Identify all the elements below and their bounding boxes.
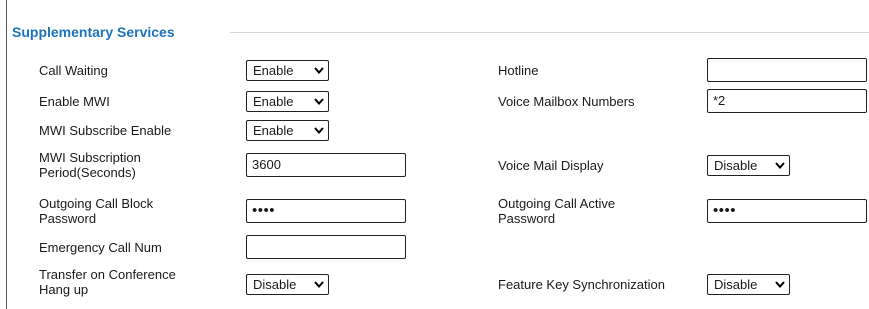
voice-mail-display-value: Disable bbox=[714, 158, 758, 173]
outgoing-call-active-password-label-line1: Outgoing Call Active bbox=[498, 196, 616, 211]
feature-key-synchronization-select[interactable]: Disable bbox=[707, 274, 790, 295]
mwi-subscription-period-label: MWI Subscription Period(Seconds) bbox=[39, 150, 141, 180]
call-waiting-value: Enable bbox=[253, 63, 294, 78]
enable-mwi-label: Enable MWI bbox=[39, 94, 110, 109]
outgoing-call-block-password-input[interactable]: •••• bbox=[246, 199, 406, 223]
emergency-call-num-label: Emergency Call Num bbox=[39, 240, 162, 255]
section-title: Supplementary Services bbox=[12, 24, 175, 40]
chevron-down-icon bbox=[775, 281, 785, 289]
outgoing-call-active-password-label-line2: Password bbox=[498, 211, 556, 226]
feature-key-synchronization-value: Disable bbox=[714, 277, 758, 292]
chevron-down-icon bbox=[314, 67, 324, 75]
transfer-on-conference-hang-up-label-line2: Hang up bbox=[39, 282, 89, 297]
chevron-down-icon bbox=[314, 127, 324, 135]
outgoing-call-active-password-label: Outgoing Call Active Password bbox=[498, 196, 615, 226]
outgoing-call-active-password-input[interactable]: •••• bbox=[707, 199, 867, 223]
mwi-subscription-period-label-line2: Period(Seconds) bbox=[39, 165, 136, 180]
voice-mail-display-select[interactable]: Disable bbox=[707, 155, 790, 176]
enable-mwi-value: Enable bbox=[253, 94, 294, 109]
transfer-on-conference-hang-up-value: Disable bbox=[253, 277, 297, 292]
chevron-down-icon bbox=[775, 162, 785, 170]
enable-mwi-select[interactable]: Enable bbox=[246, 91, 329, 112]
mwi-subscribe-enable-value: Enable bbox=[253, 123, 294, 138]
mwi-subscription-period-label-line1: MWI Subscription bbox=[39, 150, 141, 165]
chevron-down-icon bbox=[314, 281, 324, 289]
left-border-line bbox=[6, 0, 7, 309]
transfer-on-conference-hang-up-label-line1: Transfer on Conference bbox=[39, 267, 176, 282]
transfer-on-conference-hang-up-select[interactable]: Disable bbox=[246, 274, 329, 295]
voice-mail-display-label: Voice Mail Display bbox=[498, 158, 604, 173]
hotline-label: Hotline bbox=[498, 63, 539, 78]
outgoing-call-block-password-label: Outgoing Call Block Password bbox=[39, 196, 153, 226]
mwi-subscription-period-input[interactable]: 3600 bbox=[246, 153, 406, 177]
outgoing-call-block-password-label-line1: Outgoing Call Block bbox=[39, 196, 154, 211]
mwi-subscribe-enable-select[interactable]: Enable bbox=[246, 120, 329, 141]
emergency-call-num-input[interactable] bbox=[246, 235, 406, 259]
section-divider bbox=[230, 32, 869, 33]
transfer-on-conference-hang-up-label: Transfer on Conference Hang up bbox=[39, 267, 176, 297]
outgoing-call-block-password-label-line2: Password bbox=[39, 211, 97, 226]
call-waiting-label: Call Waiting bbox=[39, 63, 108, 78]
voice-mailbox-numbers-input[interactable]: *2 bbox=[707, 89, 867, 113]
hotline-input[interactable] bbox=[707, 58, 867, 82]
voice-mailbox-numbers-label: Voice Mailbox Numbers bbox=[498, 94, 635, 109]
feature-key-synchronization-label: Feature Key Synchronization bbox=[498, 277, 665, 292]
call-waiting-select[interactable]: Enable bbox=[246, 60, 329, 81]
mwi-subscribe-enable-label: MWI Subscribe Enable bbox=[39, 123, 172, 138]
chevron-down-icon bbox=[314, 98, 324, 106]
